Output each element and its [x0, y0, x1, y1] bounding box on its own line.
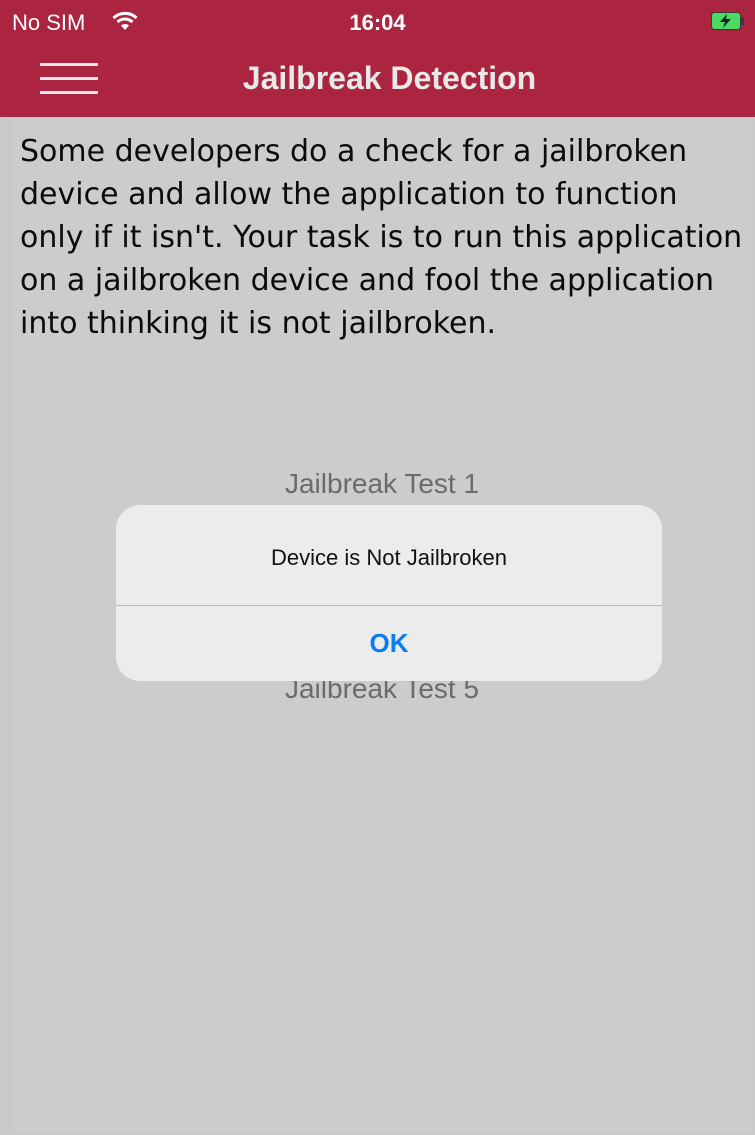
clock: 16:04 — [349, 10, 406, 35]
navigation-bar: Jailbreak Detection — [0, 44, 755, 117]
challenge-description: Some developers do a check for a jailbro… — [20, 134, 743, 341]
ok-button[interactable]: OK — [116, 605, 662, 681]
jailbreak-test-1-button[interactable]: Jailbreak Test 1 — [12, 468, 752, 500]
alert-message: Device is Not Jailbroken — [271, 545, 507, 570]
page-title: Jailbreak Detection — [242, 60, 537, 96]
battery-charging-icon — [711, 12, 745, 35]
alert-dialog: Device is Not Jailbroken OK — [116, 505, 662, 681]
status-bar: No SIM 16:04 — [0, 0, 755, 44]
